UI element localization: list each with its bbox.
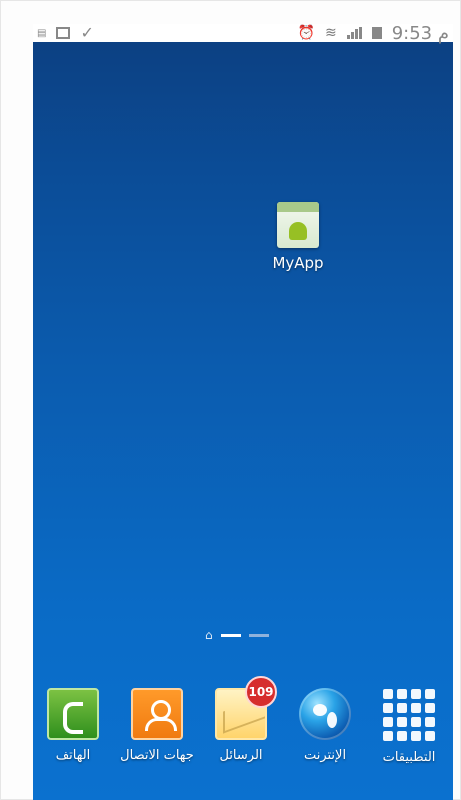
dock-item-messages[interactable]: 109 الرسائل	[201, 676, 281, 764]
page-indicator: ⌂	[205, 628, 269, 642]
page-indicator-inactive	[248, 633, 269, 637]
status-time: 9:53 م	[391, 24, 449, 44]
dock-label-contacts: جهات الاتصال	[120, 748, 194, 763]
screenshot-frame: ▤ ✓ ⏰ ≋ 9:53 م MyApp ⌂ الهاتف جهات الاتص…	[0, 0, 461, 800]
page-indicator-active	[220, 633, 241, 637]
phone-icon	[47, 688, 99, 740]
dock-label-phone: الهاتف	[55, 748, 91, 763]
dock-item-internet[interactable]: الإنترنت	[285, 688, 365, 764]
signal-icon	[346, 27, 362, 39]
battery-icon	[371, 27, 382, 39]
globe-land-2	[327, 712, 337, 728]
app-icon-strip	[277, 202, 319, 212]
contacts-body-icon	[145, 718, 177, 731]
apps-grid-icon	[382, 688, 436, 742]
dock-item-apps[interactable]: التطبيقات	[369, 688, 449, 766]
wifi-icon: ≋	[324, 25, 337, 41]
globe-icon	[299, 688, 351, 740]
contacts-head-icon	[151, 700, 171, 720]
status-right-icons: ⏰ ≋ 9:53 م	[294, 24, 453, 44]
sim-icon: ▤	[37, 27, 47, 39]
android-logo-icon	[289, 222, 307, 240]
screenshot-icon	[56, 27, 71, 39]
app-label: MyApp	[272, 254, 324, 272]
messages-badge: 109	[245, 676, 277, 708]
dock-label-apps: التطبيقات	[382, 750, 436, 765]
check-icon: ✓	[80, 24, 94, 42]
home-screen: ▤ ✓ ⏰ ≋ 9:53 م MyApp ⌂ الهاتف جهات الاتص…	[33, 24, 453, 800]
globe-land-1	[313, 704, 327, 716]
contacts-icon	[131, 688, 183, 740]
dock-item-phone[interactable]: الهاتف	[33, 688, 113, 764]
status-bar: ▤ ✓ ⏰ ≋ 9:53 م	[33, 24, 453, 44]
status-left-icons: ▤ ✓	[33, 25, 98, 41]
home-icon: ⌂	[205, 628, 213, 642]
app-shortcut-myapp[interactable]: MyApp	[268, 202, 328, 272]
alarm-icon: ⏰	[297, 25, 315, 41]
dock-item-contacts[interactable]: جهات الاتصال	[117, 688, 197, 764]
dock-label-messages: الرسائل	[219, 748, 263, 763]
messages-icon: 109	[215, 676, 277, 740]
android-app-icon	[277, 202, 319, 248]
dock: الهاتف جهات الاتصال 109 الرسائل الإنترنت…	[33, 676, 453, 800]
dock-label-internet: الإنترنت	[303, 748, 347, 763]
